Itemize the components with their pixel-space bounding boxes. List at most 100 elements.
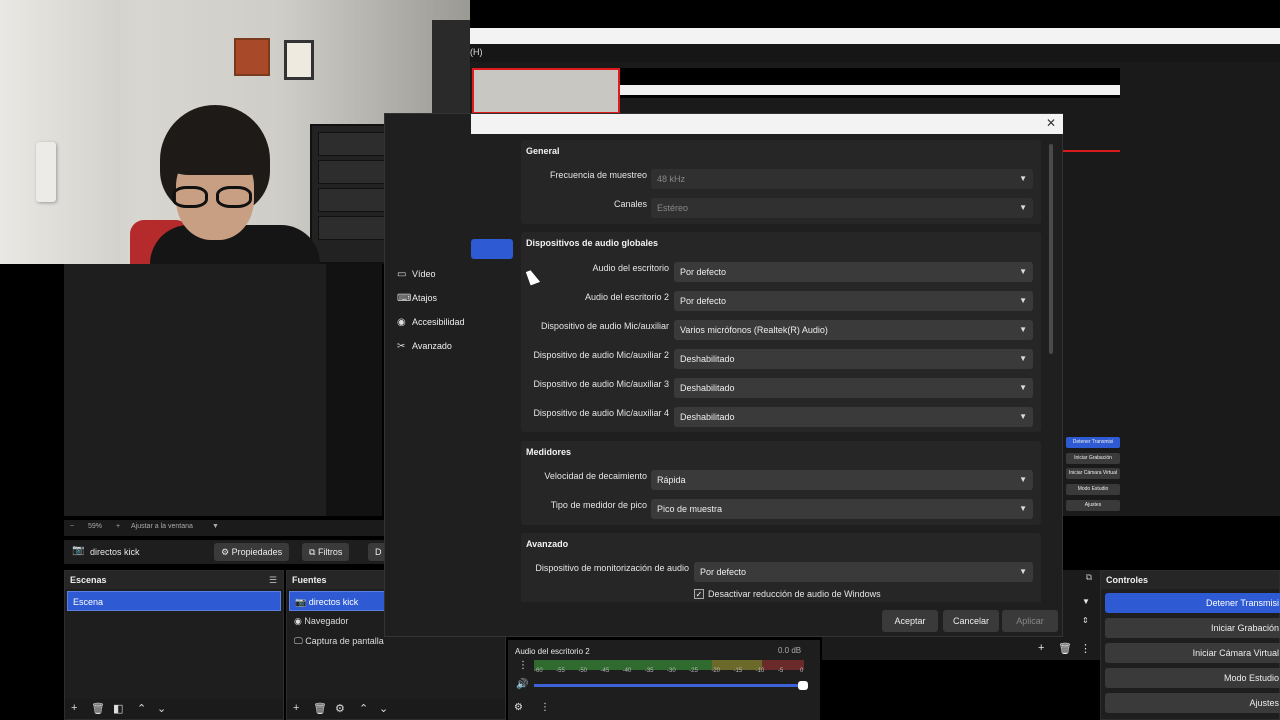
speaker-icon[interactable]: 🔊 [516,679,528,690]
trash-icon[interactable]: 🗑 [1058,642,1072,655]
camera-icon: 📷 [72,545,85,556]
group-advanced: Avanzado Dispositivo de monitorización d… [521,533,1041,602]
properties-button[interactable]: ⚙ Propiedades [214,543,290,561]
decay-select[interactable]: Rápida ▼ [651,470,1033,490]
nav-accessibility[interactable]: ◉ Accesibilidad [397,312,465,332]
mixer-channel-name: Audio del escritorio 2 [515,647,590,656]
filters-button[interactable]: ⧉ Filtros [302,543,350,561]
volume-slider[interactable] [534,681,808,690]
monitor-device-select[interactable]: Por defecto ▼ [694,562,1033,582]
nav-hotkeys[interactable]: ⌨Atajos [397,288,437,308]
spin-icon[interactable]: ⇕ [1082,616,1089,625]
chevron-down-icon: ▼ [1019,174,1027,183]
meter-tick: -5 [777,668,784,674]
device-select-0[interactable]: Por defecto ▼ [674,262,1033,282]
settings-title-bar: ✕ [471,114,1063,134]
add-icon[interactable]: + [293,702,299,714]
cancel-button[interactable]: Cancelar [943,610,999,632]
wall-diploma [284,40,314,80]
nav-audio-selected[interactable] [471,239,513,259]
channels-label: Canales [613,199,647,209]
move-down-icon[interactable]: ⌄ [157,702,166,715]
zoom-bar: − 59% + Ajustar a la ventana ▼ [64,520,384,536]
dropdown-arrow-icon[interactable]: ▼ [1082,597,1090,606]
studio-mode-button[interactable]: Modo Estudio [1105,668,1280,688]
accept-button[interactable]: Aceptar [882,610,938,632]
chevron-down-icon: ▼ [1019,296,1027,305]
start-virtual-camera-button[interactable]: Iniciar Cámara Virtual [1105,643,1280,663]
close-icon[interactable]: ✕ [1046,116,1056,130]
add-icon[interactable]: + [71,702,77,714]
accessibility-icon: ◉ [397,317,406,328]
sources-title: Fuentes [292,575,327,585]
dock-menu-icon[interactable]: ⧉ [1086,572,1092,583]
device-select-2[interactable]: Varios micrófonos (Realtek(R) Audio) ▼ [674,320,1033,340]
scenes-title: Escenas [70,575,107,585]
apply-button[interactable]: Aplicar [1002,610,1058,632]
zoom-in-button[interactable]: + [116,523,120,530]
device-label-5: Dispositivo de audio Mic/auxiliar 4 [533,408,669,418]
general-title: General [526,146,560,156]
preview-virtual-cam: Iniciar Cámara Virtual [1066,468,1120,479]
trash-icon[interactable]: 🗑 [91,702,105,715]
global-devices-title: Dispositivos de audio globales [526,238,659,248]
meter-tick: 0 [800,668,804,674]
meter-tick: -50 [578,668,587,674]
trash-icon[interactable]: 🗑 [313,702,327,715]
meter-tick: -45 [600,668,610,674]
stop-stream-button[interactable]: Detener Transmisi [1105,593,1280,613]
settings-button[interactable]: Ajustes [1105,693,1280,713]
zoom-out-button[interactable]: − [70,523,74,530]
move-up-icon[interactable]: ⌃ [137,702,146,715]
sample-rate-label: Frecuencia de muestreo [549,170,647,180]
add-icon[interactable]: + [1038,642,1044,654]
dock-menu-icon[interactable]: ☰ [269,571,277,589]
source-item-camera[interactable]: 📷 directos kick [289,591,385,611]
zoom-level: 59% [88,523,103,530]
device-label-4: Dispositivo de audio Mic/auxiliar 3 [533,379,669,389]
controls-title: Controles [1106,575,1149,585]
meter-tick: -10 [755,668,765,674]
chevron-down-icon: ▼ [1019,412,1027,421]
preview-source-thumb[interactable] [472,68,620,114]
mixer-menu-icon[interactable]: ⋮ [540,702,550,713]
device-select-1[interactable]: Por defecto ▼ [674,291,1033,311]
meter-tick: -25 [689,668,698,674]
gear-icon[interactable]: ⚙ [335,702,345,715]
move-down-icon[interactable]: ⌄ [379,702,388,715]
ducking-checkbox[interactable]: ✓ [694,589,704,599]
device-select-5[interactable]: Deshabilitado ▼ [674,407,1033,427]
device-select-3[interactable]: Deshabilitado ▼ [674,349,1033,369]
menu-bar[interactable]: (H) [470,44,1280,62]
audio-mixer: Audio del escritorio 2 0.0 dB ⋮ -60 -55 -5… [508,640,820,720]
group-general: General Frecuencia de muestreo 48 kHz ▼ C… [521,140,1041,224]
move-up-icon[interactable]: ⌃ [359,702,368,715]
preview-white-strip [620,85,1120,95]
zoom-dropdown-icon[interactable]: ▼ [212,523,219,530]
source-name: directos kick [90,547,140,557]
zoom-fit[interactable]: Ajustar a la ventana [131,523,193,530]
preview-stop-stream: Detener Transmisi [1066,437,1120,448]
nav-advanced[interactable]: ✂ Avanzado [397,336,452,356]
nav-video[interactable]: ▭ Vídeo [397,264,436,284]
settings-scrollbar[interactable] [1049,144,1053,354]
settings-dialog: ✕ ▭ Vídeo ⌨Atajos ◉ Accesibilidad ✂ Avanzad… [384,113,1063,637]
kebab-icon[interactable]: ⋮ [518,660,528,671]
device-select-4[interactable]: Deshabilitado ▼ [674,378,1033,398]
scene-item[interactable]: Escena [67,591,281,611]
scene-filter-icon[interactable]: ◧ [113,702,123,715]
scenes-dock: Escenas ☰ Escena + 🗑 ◧ ⌃ ⌄ [64,570,284,720]
mixer-settings-icon[interactable]: ⚙ [514,702,523,713]
preview-start-record: Iniciar Grabación [1066,453,1120,464]
controls-dock: Controles Detener Transmisi Iniciar Grab… [1100,570,1280,720]
wrench-icon: ✂ [397,341,406,352]
volume-knob[interactable] [798,681,808,690]
peak-meter-select[interactable]: Pico de muestra ▼ [651,499,1033,519]
start-recording-button[interactable]: Iniciar Grabación [1105,618,1280,638]
keyboard-icon: ⌨ [397,293,412,304]
kebab-icon[interactable]: ⋮ [1080,642,1091,655]
menu-help[interactable]: (H) [470,47,483,57]
preview-settings: Ajustes [1066,500,1120,511]
group-global-devices: Dispositivos de audio globales Audio del… [521,232,1041,432]
device-label-2: Dispositivo de audio Mic/auxiliar [540,321,669,331]
